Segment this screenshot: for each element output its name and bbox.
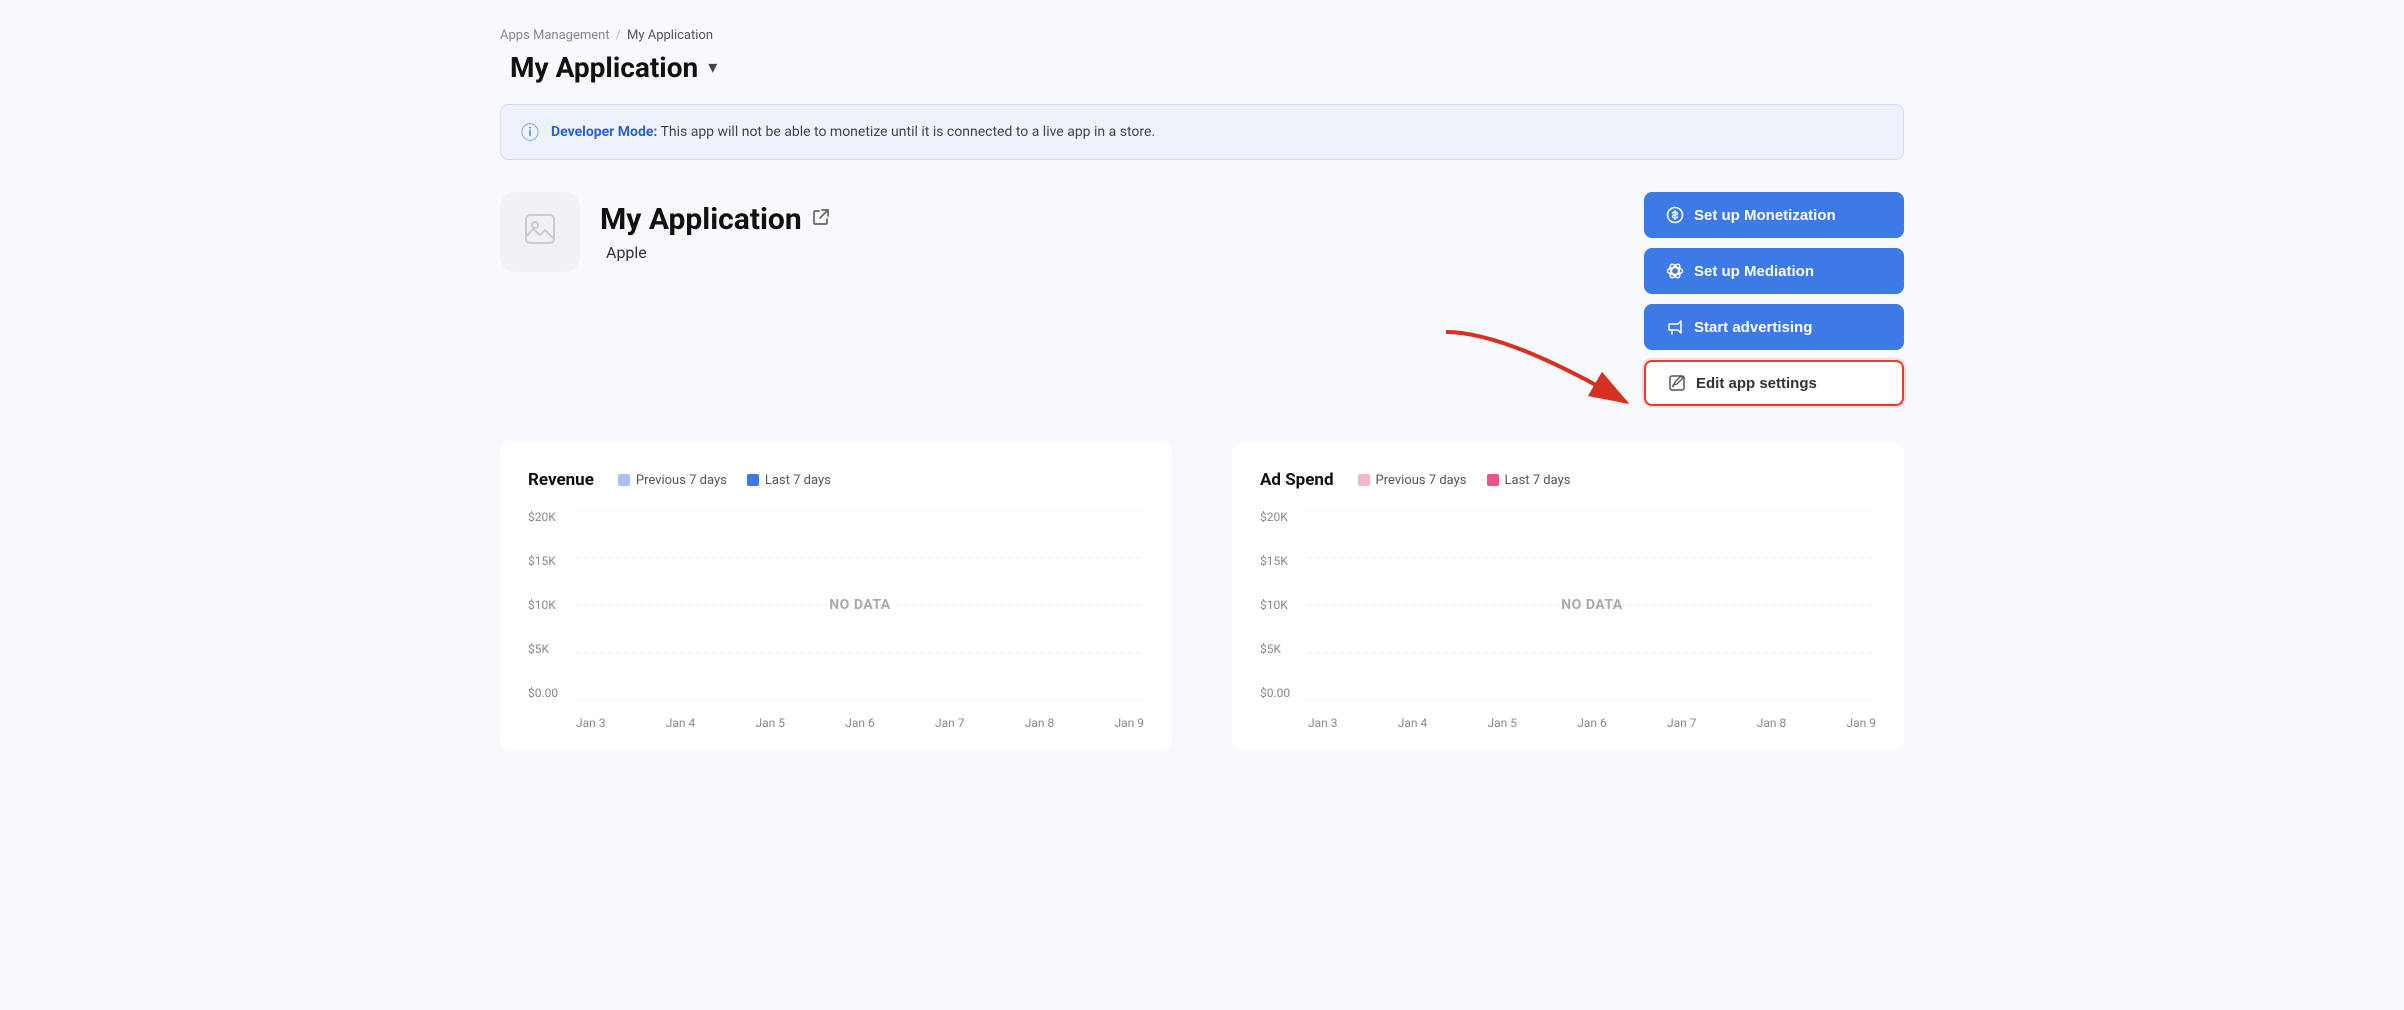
setup-monetization-button[interactable]: Set up Monetization [1644, 192, 1904, 238]
revenue-prev-label: Previous 7 days [636, 473, 727, 488]
setup-mediation-label: Set up Mediation [1694, 263, 1814, 280]
page-title: My Application [510, 51, 698, 84]
app-icon-box [500, 192, 580, 272]
developer-banner-description: This app will not be able to monetize un… [661, 124, 1156, 140]
edit-app-settings-label: Edit app settings [1696, 375, 1817, 392]
revenue-chart-inner: NO DATA [576, 510, 1144, 700]
charts-section: Revenue Previous 7 days Last 7 days $20K… [500, 442, 1904, 750]
chevron-down-icon[interactable]: ▾ [708, 57, 717, 78]
adspend-chart-section: Ad Spend Previous 7 days Last 7 days $20… [1232, 442, 1904, 750]
app-title-group: My Application Apple [600, 202, 830, 262]
revenue-chart-section: Revenue Previous 7 days Last 7 days $20K… [500, 442, 1172, 750]
revenue-prev-legend: Previous 7 days [618, 473, 727, 488]
start-advertising-button[interactable]: Start advertising [1644, 304, 1904, 350]
breadcrumb-current: My Application [627, 28, 713, 43]
revenue-chart-legend: Previous 7 days Last 7 days [618, 473, 831, 488]
edit-app-settings-button[interactable]: Edit app settings [1644, 360, 1904, 406]
breadcrumb-separator: / [616, 28, 621, 43]
developer-banner-text: Developer Mode: This app will not be abl… [551, 124, 1155, 140]
revenue-chart-title: Revenue [528, 470, 594, 490]
info-icon: ⓘ [521, 119, 539, 145]
action-buttons: Set up Monetization Set up Mediation Sta… [1644, 192, 1904, 406]
developer-mode-banner: ⓘ Developer Mode: This app will not be a… [500, 104, 1904, 160]
adspend-chart-inner: NO DATA [1308, 510, 1876, 700]
app-title-line: My Application [600, 202, 830, 237]
adspend-prev-legend: Previous 7 days [1358, 473, 1467, 488]
revenue-last-dot [747, 474, 759, 486]
adspend-y-labels: $20K $15K $10K $5K $0.00 [1260, 510, 1290, 700]
revenue-no-data: NO DATA [829, 597, 890, 613]
start-advertising-label: Start advertising [1694, 319, 1812, 336]
setup-mediation-button[interactable]: Set up Mediation [1644, 248, 1904, 294]
revenue-last-label: Last 7 days [765, 473, 831, 488]
adspend-chart-legend: Previous 7 days Last 7 days [1358, 473, 1571, 488]
app-info: My Application Apple [500, 192, 830, 272]
page-title-row: My Application ▾ [500, 51, 1904, 84]
external-link-icon[interactable] [812, 208, 830, 231]
app-header: My Application Apple [500, 192, 1904, 406]
app-platform: Apple [600, 243, 830, 262]
adspend-prev-dot [1358, 474, 1370, 486]
app-name: My Application [600, 202, 802, 237]
adspend-last-label: Last 7 days [1505, 473, 1571, 488]
adspend-chart-title: Ad Spend [1260, 470, 1334, 490]
revenue-chart-area: $20K $15K $10K $5K $0.00 NO DATA [528, 510, 1144, 730]
breadcrumb-parent[interactable]: Apps Management [500, 28, 610, 43]
revenue-y-labels: $20K $15K $10K $5K $0.00 [528, 510, 558, 700]
adspend-chart-header: Ad Spend Previous 7 days Last 7 days [1260, 470, 1876, 490]
developer-mode-label: Developer Mode: [551, 124, 657, 140]
adspend-x-labels: Jan 3 Jan 4 Jan 5 Jan 6 Jan 7 Jan 8 Jan … [1308, 716, 1876, 730]
adspend-chart-area: $20K $15K $10K $5K $0.00 NO DATA [1260, 510, 1876, 730]
setup-monetization-label: Set up Monetization [1694, 207, 1836, 224]
app-icon-placeholder [522, 211, 558, 254]
breadcrumb: Apps Management / My Application [500, 28, 1904, 43]
adspend-no-data: NO DATA [1561, 597, 1622, 613]
adspend-prev-label: Previous 7 days [1376, 473, 1467, 488]
platform-name: Apple [606, 243, 647, 262]
revenue-prev-dot [618, 474, 630, 486]
revenue-x-labels: Jan 3 Jan 4 Jan 5 Jan 6 Jan 7 Jan 8 Jan … [576, 716, 1144, 730]
revenue-chart-header: Revenue Previous 7 days Last 7 days [528, 470, 1144, 490]
adspend-last-legend: Last 7 days [1487, 473, 1571, 488]
revenue-last-legend: Last 7 days [747, 473, 831, 488]
adspend-last-dot [1487, 474, 1499, 486]
